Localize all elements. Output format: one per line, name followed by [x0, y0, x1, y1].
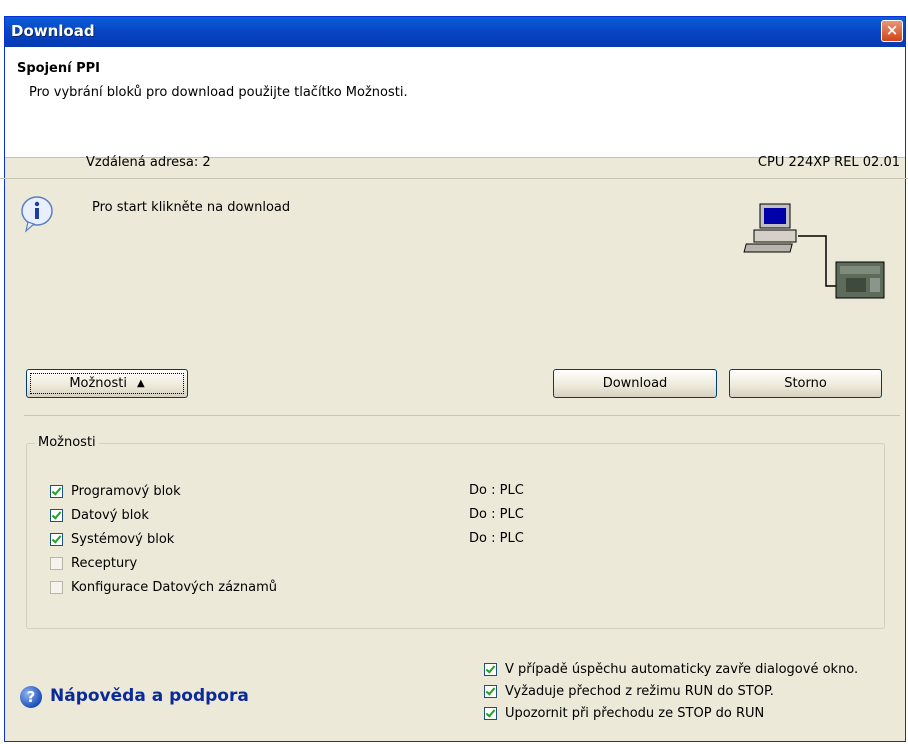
- background-strip: [0, 0, 908, 16]
- option-label: Datový blok: [71, 508, 149, 523]
- option-recipes[interactable]: Receptury: [50, 556, 137, 571]
- option-target: Do : PLC: [469, 531, 524, 546]
- focus-rectangle: [30, 373, 184, 394]
- header-panel: Spojení PPI Pro vybrání bloků pro downlo…: [5, 47, 905, 158]
- footer-option-autoclose[interactable]: V případě úspěchu automaticky zavře dial…: [484, 662, 858, 677]
- checkbox[interactable]: [50, 557, 63, 570]
- pc-plc-connection-icon: [743, 203, 885, 299]
- checkbox[interactable]: [484, 685, 497, 698]
- option-system-block[interactable]: Systémový blok: [50, 532, 174, 547]
- download-button[interactable]: Download: [553, 369, 717, 398]
- window-title: Download: [11, 22, 95, 40]
- option-data-log-config[interactable]: Konfigurace Datových záznamů: [50, 580, 277, 595]
- option-label: Konfigurace Datových záznamů: [71, 580, 277, 595]
- checkbox[interactable]: [50, 509, 63, 522]
- option-data-block[interactable]: Datový blok: [50, 508, 149, 523]
- options-group-label: Možnosti: [35, 435, 99, 450]
- footer-option-label: V případě úspěchu automaticky zavře dial…: [505, 662, 859, 677]
- option-label: Receptury: [71, 556, 138, 571]
- footer-option-label: Upozornit při přechodu ze STOP do RUN: [505, 706, 765, 721]
- cpu-info: CPU 224XP REL 02.01: [757, 155, 900, 170]
- option-label: Systémový blok: [71, 532, 175, 547]
- cancel-button[interactable]: Storno: [729, 369, 882, 398]
- checkbox[interactable]: [484, 707, 497, 720]
- info-icon: [21, 196, 53, 233]
- remote-address: Vzdálená adresa: 2: [86, 155, 211, 170]
- checkbox[interactable]: [50, 581, 63, 594]
- footer-option-label: Vyžaduje přechod z režimu RUN do STOP.: [505, 684, 774, 699]
- help-link[interactable]: Nápověda a podpora: [50, 686, 249, 706]
- close-button[interactable]: ×: [881, 20, 903, 42]
- option-target: Do : PLC: [469, 483, 524, 498]
- checkbox[interactable]: [484, 663, 497, 676]
- title-bar[interactable]: Download ×: [5, 17, 905, 47]
- option-program-block[interactable]: Programový blok: [50, 484, 181, 499]
- header-subtitle: Pro vybrání bloků pro download použijte …: [29, 85, 408, 100]
- checkbox[interactable]: [50, 485, 63, 498]
- checkbox[interactable]: [50, 533, 63, 546]
- help-icon[interactable]: ?: [20, 686, 42, 708]
- footer-option-stop-to-run[interactable]: Upozornit při přechodu ze STOP do RUN: [484, 706, 764, 721]
- options-button[interactable]: Možnosti ▲: [26, 369, 188, 398]
- header-title: Spojení PPI: [17, 61, 101, 76]
- status-message: Pro start klikněte na download: [92, 200, 291, 215]
- divider: [24, 415, 900, 416]
- divider: [0, 178, 908, 179]
- close-icon: ×: [885, 21, 899, 39]
- footer-option-run-to-stop[interactable]: Vyžaduje přechod z režimu RUN do STOP.: [484, 684, 774, 699]
- option-label: Programový blok: [71, 484, 181, 499]
- option-target: Do : PLC: [469, 507, 524, 522]
